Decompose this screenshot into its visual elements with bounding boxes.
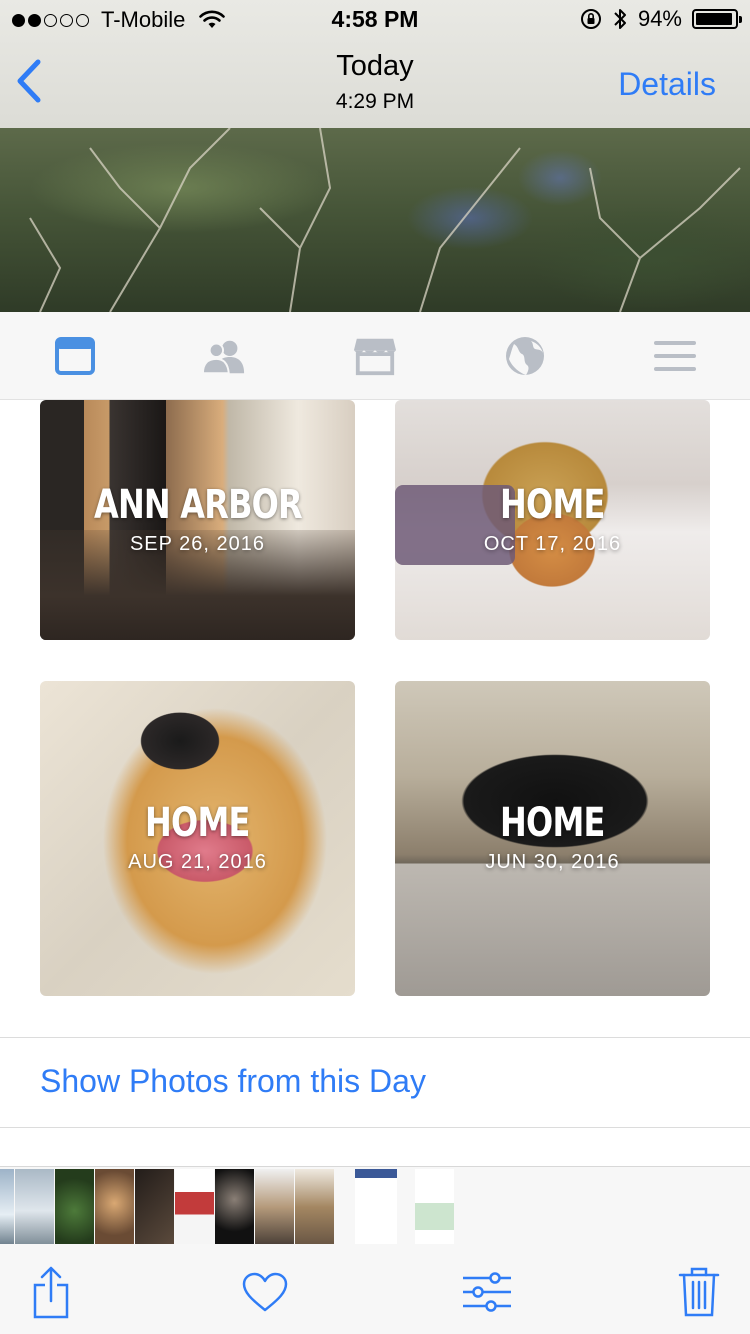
filmstrip-thumbnail[interactable] bbox=[415, 1169, 454, 1245]
memory-place: HOME bbox=[145, 800, 250, 846]
photo-filmstrip[interactable] bbox=[0, 1166, 750, 1245]
tab-menu[interactable] bbox=[653, 334, 697, 378]
status-right: 94% bbox=[580, 6, 742, 32]
favorite-button[interactable] bbox=[238, 1262, 292, 1322]
tab-friends[interactable] bbox=[202, 334, 246, 378]
memory-card[interactable]: HOME AUG 21, 2016 bbox=[40, 681, 355, 996]
delete-button[interactable] bbox=[672, 1262, 726, 1322]
battery-icon bbox=[692, 9, 742, 29]
filmstrip-thumbnail[interactable] bbox=[175, 1169, 214, 1245]
heart-icon bbox=[242, 1272, 288, 1312]
sliders-icon bbox=[463, 1272, 511, 1312]
divider bbox=[0, 1037, 750, 1038]
friends-icon bbox=[202, 340, 245, 374]
photo-background bbox=[0, 128, 750, 312]
filmstrip-thumbnail[interactable] bbox=[355, 1169, 397, 1245]
filmstrip-thumbnail[interactable] bbox=[15, 1169, 54, 1245]
share-icon bbox=[33, 1266, 69, 1319]
status-bar: T-Mobile 4:58 PM 94% bbox=[0, 0, 750, 40]
memory-date: JUN 30, 2016 bbox=[485, 851, 620, 873]
filmstrip-thumbnail[interactable] bbox=[135, 1169, 174, 1245]
filmstrip-thumbnail[interactable] bbox=[215, 1169, 254, 1245]
menu-icon bbox=[654, 341, 696, 371]
globe-icon bbox=[506, 337, 544, 375]
divider bbox=[0, 1127, 750, 1128]
filmstrip-thumbnail[interactable] bbox=[55, 1169, 94, 1245]
bluetooth-icon bbox=[614, 9, 626, 29]
show-photos-link[interactable]: Show Photos from this Day bbox=[40, 1063, 426, 1100]
app-tab-bar bbox=[0, 312, 750, 400]
filmstrip-thumbnail[interactable] bbox=[95, 1169, 134, 1245]
battery-percent: 94% bbox=[637, 6, 682, 31]
top-chrome: T-Mobile 4:58 PM 94% Today 4:29 PM Detai… bbox=[0, 0, 750, 128]
memory-date: SEP 26, 2016 bbox=[129, 532, 266, 555]
memory-card[interactable]: HOME OCT 17, 2016 bbox=[395, 400, 710, 640]
rotation-lock-icon bbox=[580, 9, 601, 29]
marketplace-icon bbox=[353, 338, 397, 376]
memory-card[interactable]: ANN ARBOR SEP 26, 2016 bbox=[40, 400, 355, 640]
memory-date: AUG 21, 2016 bbox=[128, 851, 267, 873]
tab-notifications-globe[interactable] bbox=[503, 334, 547, 378]
memory-place: HOME bbox=[500, 800, 605, 846]
battery-fill bbox=[696, 13, 732, 25]
trash-icon bbox=[678, 1267, 720, 1317]
memory-date: OCT 17, 2016 bbox=[483, 532, 622, 555]
filmstrip-thumbnail[interactable] bbox=[0, 1169, 14, 1245]
tab-news-feed[interactable] bbox=[53, 334, 97, 378]
nav-bar: Today 4:29 PM Details bbox=[0, 40, 750, 128]
details-button[interactable]: Details bbox=[618, 66, 716, 103]
share-button[interactable] bbox=[24, 1262, 78, 1322]
memory-place: HOME bbox=[500, 481, 605, 528]
filmstrip-thumbnail[interactable] bbox=[255, 1169, 294, 1245]
tree-branches-image bbox=[29, 128, 741, 312]
bottom-toolbar bbox=[0, 1244, 750, 1334]
filmstrip-thumbnail[interactable] bbox=[295, 1169, 334, 1245]
memory-card[interactable]: HOME JUN 30, 2016 bbox=[395, 681, 710, 996]
edit-button[interactable] bbox=[460, 1262, 514, 1322]
tab-marketplace[interactable] bbox=[353, 334, 397, 378]
news-feed-icon bbox=[55, 337, 95, 375]
memory-place: ANN ARBOR bbox=[93, 481, 303, 528]
